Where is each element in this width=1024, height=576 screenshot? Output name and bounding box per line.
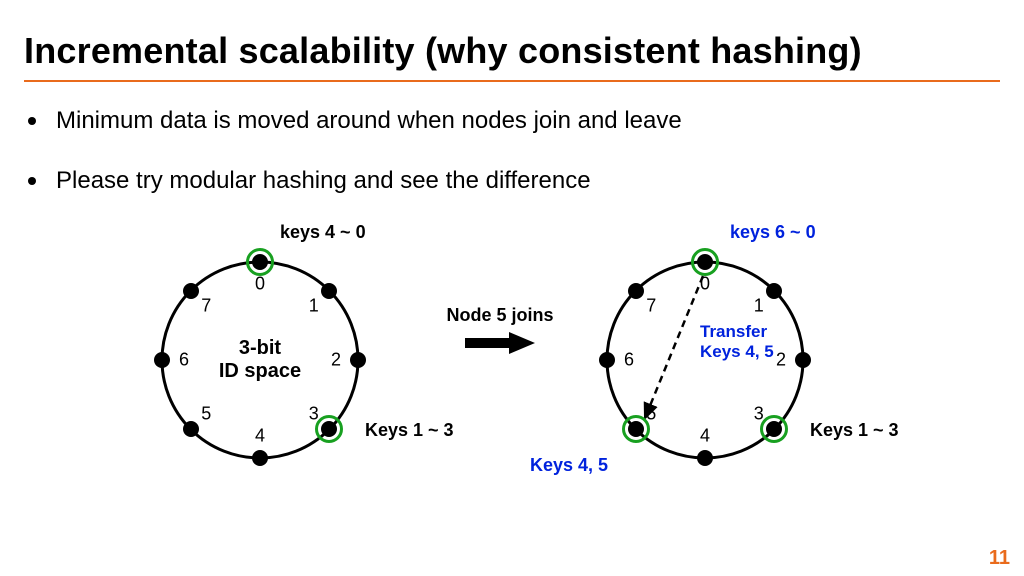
ring-node-label-0: 0 — [700, 274, 710, 295]
bullet-item: Minimum data is moved around when nodes … — [28, 105, 682, 137]
ring-node-7 — [183, 283, 199, 299]
ring-node-label-2: 2 — [331, 350, 341, 371]
arrow-caption: Node 5 joins — [430, 305, 570, 326]
ring-left-top-annotation: keys 4 ~ 0 — [280, 222, 366, 243]
title-underline — [24, 80, 1000, 82]
slide-title: Incremental scalability (why consistent … — [24, 30, 862, 72]
ring-node-1 — [321, 283, 337, 299]
bullet-list: Minimum data is moved around when nodes … — [28, 105, 682, 226]
bullet-marker — [28, 177, 36, 185]
ring-node-2 — [795, 352, 811, 368]
ring-node-label-1: 1 — [754, 296, 764, 317]
bullet-marker — [28, 117, 36, 125]
ring-node-label-6: 6 — [179, 350, 189, 371]
ring-node-0 — [697, 254, 713, 270]
ring-right-node5-annotation: Keys 4, 5 — [530, 455, 608, 476]
ring-node-4 — [697, 450, 713, 466]
ring-node-6 — [599, 352, 615, 368]
ring-node-label-5: 5 — [646, 403, 656, 424]
ring-node-6 — [154, 352, 170, 368]
page-number: 11 — [989, 547, 1010, 570]
bullet-text: Minimum data is moved around when nodes … — [56, 105, 682, 137]
ring-node-label-7: 7 — [201, 296, 211, 317]
ring-node-label-0: 0 — [255, 274, 265, 295]
ring-node-label-4: 4 — [255, 426, 265, 447]
bullet-item: Please try modular hashing and see the d… — [28, 165, 682, 197]
ring-node-0 — [252, 254, 268, 270]
arrow-icon — [465, 332, 535, 354]
ring-node-label-3: 3 — [309, 403, 319, 424]
ring-left: 3-bit ID space 01234567 — [150, 250, 370, 470]
ring-right-top-annotation: keys 6 ~ 0 — [730, 222, 816, 243]
ring-node-7 — [628, 283, 644, 299]
ring-node-label-2: 2 — [776, 350, 786, 371]
slide: Incremental scalability (why consistent … — [0, 0, 1024, 576]
ring-node-1 — [766, 283, 782, 299]
ring-node-label-1: 1 — [309, 296, 319, 317]
ring-node-label-6: 6 — [624, 350, 634, 371]
ring-node-2 — [350, 352, 366, 368]
joins-arrow: Node 5 joins — [430, 305, 570, 359]
ring-node-5 — [183, 421, 199, 437]
ring-node-label-5: 5 — [201, 403, 211, 424]
ring-node-label-3: 3 — [754, 403, 764, 424]
ring-node-4 — [252, 450, 268, 466]
ring-right-node3-annotation: Keys 1 ~ 3 — [810, 420, 899, 441]
bullet-text: Please try modular hashing and see the d… — [56, 165, 591, 197]
ring-node-label-7: 7 — [646, 296, 656, 317]
diagram: 3-bit ID space 01234567 keys 4 ~ 0 Keys … — [0, 220, 1024, 560]
ring-node-label-4: 4 — [700, 426, 710, 447]
ring-node-5 — [628, 421, 644, 437]
ring-left-node3-annotation: Keys 1 ~ 3 — [365, 420, 454, 441]
ring-node-3 — [766, 421, 782, 437]
ring-node-3 — [321, 421, 337, 437]
transfer-label: Transfer Keys 4, 5 — [700, 322, 774, 362]
